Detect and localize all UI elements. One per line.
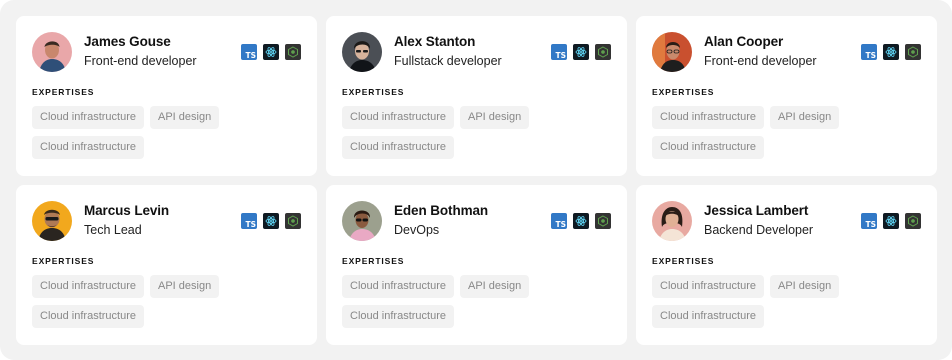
expertise-tag[interactable]: Cloud infrastructure — [652, 305, 764, 328]
react-icon — [883, 213, 899, 229]
expertise-tag[interactable]: Cloud infrastructure — [32, 305, 144, 328]
typescript-icon: TS — [551, 213, 567, 229]
typescript-icon: TS — [241, 213, 257, 229]
expertise-tag[interactable]: Cloud infrastructure — [652, 106, 764, 129]
tech-stack: TS — [861, 213, 921, 229]
typescript-icon: TS — [551, 44, 567, 60]
react-icon — [883, 44, 899, 60]
expertise-tag[interactable]: API design — [460, 106, 530, 129]
expertises-heading: EXPERTISES — [652, 256, 715, 266]
react-icon — [263, 44, 279, 60]
typescript-icon: TS — [241, 44, 257, 60]
tech-stack: TS — [241, 213, 301, 229]
profile-card[interactable]: Marcus Levin Tech Lead TS EXPERTISES Clo… — [16, 185, 317, 345]
nodejs-icon — [285, 44, 301, 60]
expertise-tags: Cloud infrastructure API design Cloud in… — [32, 275, 302, 328]
expertise-tags: Cloud infrastructure API design Cloud in… — [342, 275, 612, 328]
profile-role: Backend Developer — [704, 223, 814, 237]
expertises-heading: EXPERTISES — [32, 87, 95, 97]
nodejs-icon — [905, 213, 921, 229]
team-panel: James Gouse Front-end developer TS EXPER… — [0, 0, 952, 360]
expertise-tags: Cloud infrastructure API design Cloud in… — [32, 106, 302, 159]
typescript-icon: TS — [861, 213, 877, 229]
expertises-heading: EXPERTISES — [32, 256, 95, 266]
expertise-tag[interactable]: Cloud infrastructure — [342, 106, 454, 129]
expertises-heading: EXPERTISES — [342, 87, 405, 97]
avatar — [652, 201, 692, 241]
avatar — [652, 32, 692, 72]
profile-name: Alex Stanton — [394, 34, 476, 49]
profile-card[interactable]: Alan Cooper Front-end developer TS EXPER… — [636, 16, 937, 176]
expertise-tag[interactable]: API design — [150, 275, 220, 298]
expertise-tag[interactable]: Cloud infrastructure — [652, 275, 764, 298]
avatar — [32, 32, 72, 72]
expertise-tag[interactable]: Cloud infrastructure — [342, 136, 454, 159]
expertises-heading: EXPERTISES — [342, 256, 405, 266]
react-icon — [263, 213, 279, 229]
profile-role: DevOps — [394, 223, 440, 237]
expertise-tag[interactable]: Cloud infrastructure — [652, 136, 764, 159]
expertise-tag[interactable]: API design — [770, 106, 840, 129]
expertise-tags: Cloud infrastructure API design Cloud in… — [652, 106, 922, 159]
react-icon — [573, 213, 589, 229]
expertise-tag[interactable]: Cloud infrastructure — [32, 106, 144, 129]
profile-role: Fullstack developer — [394, 54, 502, 68]
tech-stack: TS — [241, 44, 301, 60]
profile-name: Jessica Lambert — [704, 203, 809, 218]
expertise-tag[interactable]: API design — [460, 275, 530, 298]
expertise-tag[interactable]: Cloud infrastructure — [342, 275, 454, 298]
expertise-tag[interactable]: API design — [770, 275, 840, 298]
profile-role: Front-end developer — [704, 54, 817, 68]
profile-card[interactable]: Eden Bothman DevOps TS EXPERTISES Cloud … — [326, 185, 627, 345]
expertise-tag[interactable]: Cloud infrastructure — [32, 275, 144, 298]
profile-name: James Gouse — [84, 34, 171, 49]
tech-stack: TS — [861, 44, 921, 60]
avatar — [32, 201, 72, 241]
profile-grid: James Gouse Front-end developer TS EXPER… — [16, 16, 937, 345]
profile-name: Eden Bothman — [394, 203, 489, 218]
expertise-tags: Cloud infrastructure API design Cloud in… — [652, 275, 922, 328]
react-icon — [573, 44, 589, 60]
expertises-heading: EXPERTISES — [652, 87, 715, 97]
profile-card[interactable]: James Gouse Front-end developer TS EXPER… — [16, 16, 317, 176]
nodejs-icon — [595, 44, 611, 60]
profile-role: Front-end developer — [84, 54, 197, 68]
expertise-tag[interactable]: Cloud infrastructure — [342, 305, 454, 328]
nodejs-icon — [285, 213, 301, 229]
tech-stack: TS — [551, 44, 611, 60]
avatar — [342, 32, 382, 72]
profile-role: Tech Lead — [84, 223, 142, 237]
expertise-tag[interactable]: API design — [150, 106, 220, 129]
nodejs-icon — [905, 44, 921, 60]
expertise-tags: Cloud infrastructure API design Cloud in… — [342, 106, 612, 159]
profile-card[interactable]: Alex Stanton Fullstack developer TS EXPE… — [326, 16, 627, 176]
avatar — [342, 201, 382, 241]
profile-name: Marcus Levin — [84, 203, 170, 218]
profile-name: Alan Cooper — [704, 34, 784, 49]
expertise-tag[interactable]: Cloud infrastructure — [32, 136, 144, 159]
nodejs-icon — [595, 213, 611, 229]
profile-card[interactable]: Jessica Lambert Backend Developer TS EXP… — [636, 185, 937, 345]
tech-stack: TS — [551, 213, 611, 229]
typescript-icon: TS — [861, 44, 877, 60]
